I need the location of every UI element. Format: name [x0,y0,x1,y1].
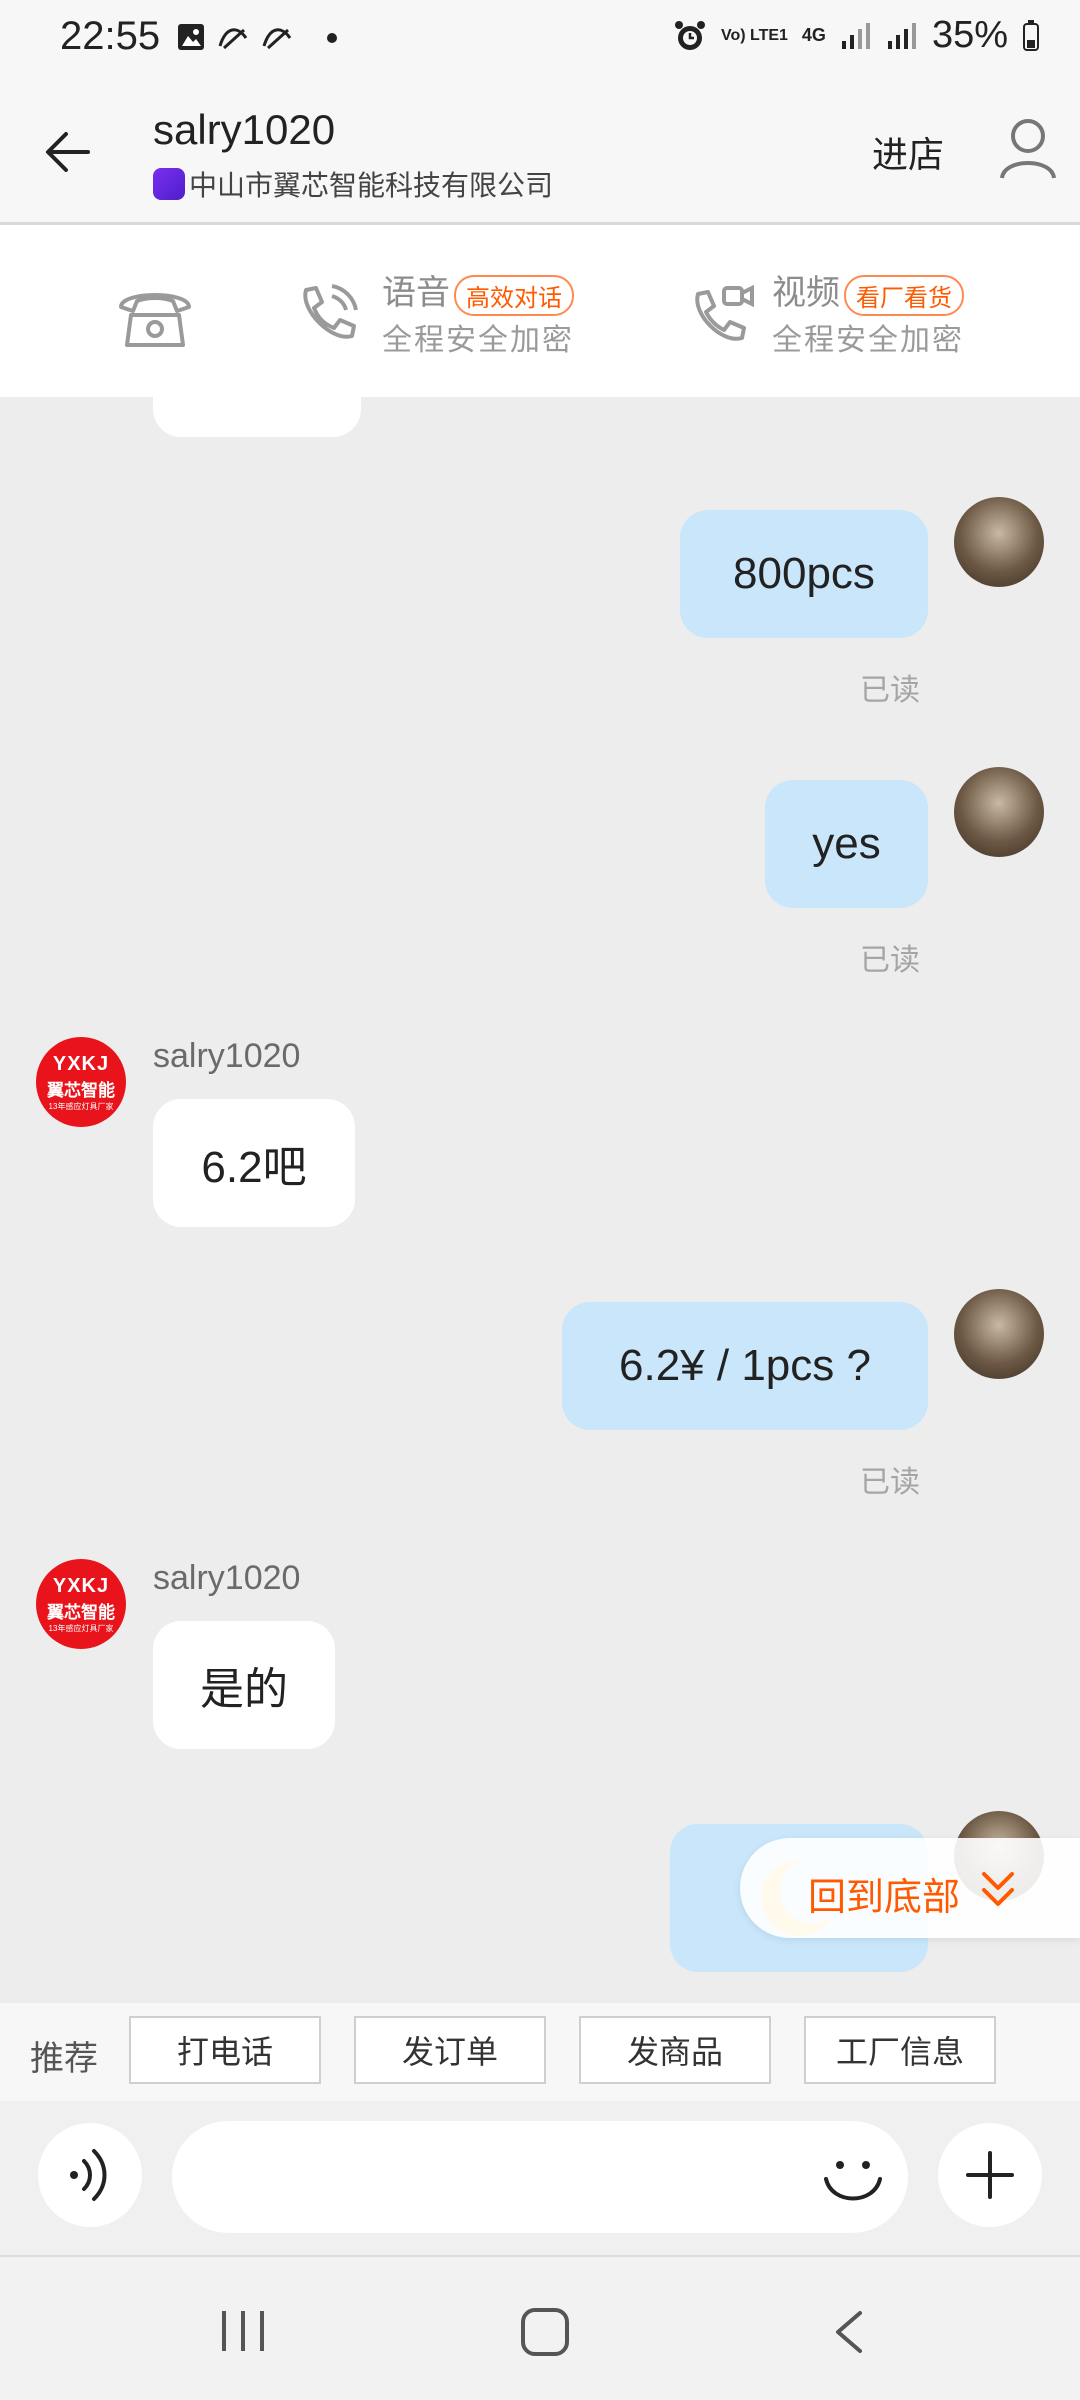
back-arrow-icon[interactable] [40,122,100,182]
company-badge-icon [153,168,185,200]
recommend-bar: 推荐 打电话 发订单 发商品 工厂信息 [0,2003,1080,2101]
battery-percent: 35% [931,14,1008,56]
input-bar [0,2101,1080,2257]
message-bubble-partial [153,397,361,437]
chat-area[interactable]: 800pcs 已读 yes 已读 YXKJ 翼芯智能 13年感应灯具厂家 sal… [0,397,1080,2002]
voice-call-title[interactable]: 语音 高效对话 [382,265,574,316]
signal-icon [841,22,870,49]
dot-icon [327,33,337,43]
video-call-icon[interactable] [686,280,756,350]
call-bar: 语音 高效对话 全程安全加密 视频 看厂看货 全程安全加密 [0,225,1080,397]
video-call-badge: 看厂看货 [844,274,964,316]
company-row[interactable]: 中山市翼芯智能科技有限公司 [153,164,553,204]
video-call-title[interactable]: 视频 看厂看货 [772,265,964,316]
recommend-label: 推荐 [30,2040,98,2078]
back-nav-icon[interactable] [830,2309,866,2355]
notification-icon [218,28,292,50]
factory-info-button[interactable]: 工厂信息 [804,2016,996,2084]
status-time: 22:55 [60,14,161,58]
my-avatar[interactable] [954,1289,1044,1379]
voice-input-button[interactable] [38,2123,142,2227]
avatar-brand-line2: 翼芯智能 [47,1080,115,1100]
my-message-bubble[interactable]: 800pcs [680,510,928,638]
enter-shop-button[interactable]: 进店 [872,126,944,178]
network-label: 4G [801,25,826,45]
my-message-bubble[interactable]: yes [765,780,928,908]
plus-icon [966,2151,1014,2199]
read-status: 已读 [860,1466,920,1499]
double-chevron-down-icon[interactable] [980,1868,1016,1912]
avatar-brand-line1: YXKJ [52,1052,110,1075]
chat-header: salry1020 中山市翼芯智能科技有限公司 进店 [0,80,1080,225]
sender-name: salry1020 [153,1037,301,1075]
home-icon[interactable] [520,2307,570,2357]
my-avatar[interactable] [954,767,1044,857]
more-actions-button[interactable] [938,2123,1042,2227]
send-order-button[interactable]: 发订单 [354,2016,546,2084]
contact-avatar[interactable]: YXKJ 翼芯智能 13年感应灯具厂家 [36,1037,126,1127]
voice-call-badge: 高效对话 [454,274,574,316]
read-status: 已读 [860,674,920,707]
video-call-label: 视频 [772,274,840,312]
alarm-icon [674,20,705,50]
read-status: 已读 [860,944,920,977]
video-call-subtitle: 全程安全加密 [772,324,964,357]
system-nav-bar [0,2257,1080,2400]
my-avatar[interactable] [954,497,1044,587]
voice-call-icon[interactable] [292,280,362,350]
voice-call-label: 语音 [382,274,450,312]
telephone-icon[interactable] [115,285,195,351]
message-input[interactable] [172,2121,908,2233]
avatar-brand-line2: 翼芯智能 [47,1602,115,1622]
voice-call-subtitle: 全程安全加密 [382,324,574,357]
avatar-brand-line3: 13年感应灯具厂家 [48,1101,114,1111]
status-bar: 22:55 Vo) LTE1 4G 35% [0,0,1080,80]
image-icon [178,24,204,50]
my-message-bubble[interactable]: 6.2¥ / 1pcs ? [562,1302,928,1430]
contact-name[interactable]: salry1020 [153,106,335,154]
sender-name: salry1020 [153,1559,301,1597]
avatar-brand-line3: 13年感应灯具厂家 [48,1623,114,1633]
recent-apps-icon[interactable] [220,2309,266,2353]
emoji-icon[interactable] [822,2149,884,2207]
voice-wave-icon [70,2149,107,2201]
signal-icon [887,22,916,49]
avatar-brand-line1: YXKJ [52,1574,110,1597]
volte-label: Vo) LTE1 [720,26,788,44]
contact-avatar[interactable]: YXKJ 翼芯智能 13年感应灯具厂家 [36,1559,126,1649]
user-profile-icon[interactable] [998,116,1058,182]
contact-message-bubble[interactable]: 6.2吧 [153,1099,355,1227]
battery-icon [1023,19,1039,51]
back-to-bottom-label[interactable]: 回到底部 [808,1866,960,1921]
company-name: 中山市翼芯智能科技有限公司 [189,170,554,201]
call-phone-button[interactable]: 打电话 [129,2016,321,2084]
contact-message-bubble[interactable]: 是的 [153,1621,335,1749]
send-product-button[interactable]: 发商品 [579,2016,771,2084]
